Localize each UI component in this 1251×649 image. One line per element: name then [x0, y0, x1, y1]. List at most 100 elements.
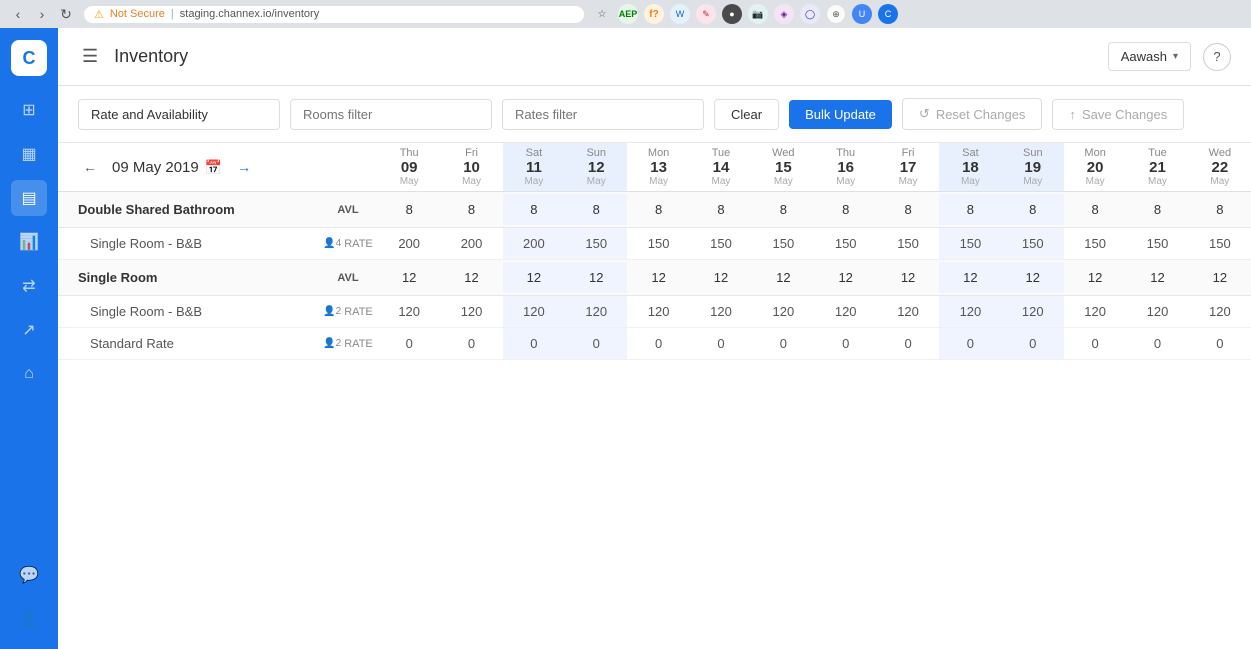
rate-cell-6[interactable]: 0 — [752, 328, 814, 359]
avl-cell-13[interactable]: 8 — [1189, 194, 1251, 225]
ext-icon-3[interactable]: W — [670, 4, 690, 24]
rate-cell-8[interactable]: 120 — [877, 296, 939, 327]
ext-icon-4[interactable]: ✎ — [696, 4, 716, 24]
help-button[interactable]: ? — [1203, 43, 1231, 71]
ext-icon-6[interactable]: 📷 — [748, 4, 768, 24]
avl-cell-2[interactable]: 12 — [503, 262, 565, 293]
rate-cell-4[interactable]: 0 — [627, 328, 689, 359]
ext-icon-9[interactable]: ⊕ — [826, 4, 846, 24]
avl-cell-8[interactable]: 8 — [877, 194, 939, 225]
avl-cell-1[interactable]: 8 — [440, 194, 502, 225]
avl-cell-5[interactable]: 12 — [690, 262, 752, 293]
rate-cell-11[interactable]: 120 — [1064, 296, 1126, 327]
sidebar-item-messages[interactable]: 💬 — [11, 557, 47, 593]
reset-changes-button[interactable]: ↺ Reset Changes — [902, 98, 1043, 130]
bulk-update-button[interactable]: Bulk Update — [789, 100, 892, 129]
rate-cell-11[interactable]: 150 — [1064, 228, 1126, 259]
url-bar[interactable]: ⚠ Not Secure | staging.channex.io/invent… — [84, 6, 584, 23]
rate-cell-4[interactable]: 120 — [627, 296, 689, 327]
rate-cell-6[interactable]: 120 — [752, 296, 814, 327]
rate-cell-9[interactable]: 120 — [939, 296, 1001, 327]
avl-cell-12[interactable]: 12 — [1126, 262, 1188, 293]
rate-cell-0[interactable]: 0 — [378, 328, 440, 359]
avl-cell-13[interactable]: 12 — [1189, 262, 1251, 293]
avl-cell-10[interactable]: 8 — [1002, 194, 1064, 225]
extension-icon[interactable]: C — [878, 4, 898, 24]
avl-cell-11[interactable]: 8 — [1064, 194, 1126, 225]
ext-icon-1[interactable]: AEP — [618, 4, 638, 24]
sidebar-item-channels[interactable]: ⇄ — [11, 268, 47, 304]
rate-cell-13[interactable]: 150 — [1189, 228, 1251, 259]
rate-cell-12[interactable]: 120 — [1126, 296, 1188, 327]
rate-cell-0[interactable]: 200 — [378, 228, 440, 259]
avl-cell-12[interactable]: 8 — [1126, 194, 1188, 225]
app-logo[interactable]: C — [11, 40, 47, 76]
property-selector[interactable]: Aawash ▾ — [1108, 42, 1191, 71]
rate-cell-9[interactable]: 150 — [939, 228, 1001, 259]
avl-cell-0[interactable]: 8 — [378, 194, 440, 225]
avl-cell-5[interactable]: 8 — [690, 194, 752, 225]
rate-cell-11[interactable]: 0 — [1064, 328, 1126, 359]
avl-cell-4[interactable]: 12 — [627, 262, 689, 293]
rate-cell-2[interactable]: 0 — [503, 328, 565, 359]
sidebar-item-calendar[interactable]: ▦ — [11, 136, 47, 172]
rate-cell-9[interactable]: 0 — [939, 328, 1001, 359]
rate-cell-2[interactable]: 200 — [503, 228, 565, 259]
star-icon[interactable]: ☆ — [592, 4, 612, 24]
avl-cell-11[interactable]: 12 — [1064, 262, 1126, 293]
avl-cell-10[interactable]: 12 — [1002, 262, 1064, 293]
rate-cell-5[interactable]: 150 — [690, 228, 752, 259]
rates-filter[interactable] — [502, 99, 704, 130]
avl-cell-6[interactable]: 12 — [752, 262, 814, 293]
rate-cell-7[interactable]: 120 — [815, 296, 877, 327]
ext-icon-7[interactable]: ◈ — [774, 4, 794, 24]
sidebar-item-home[interactable]: ⌂ — [11, 356, 47, 392]
rate-cell-8[interactable]: 0 — [877, 328, 939, 359]
rate-cell-7[interactable]: 0 — [815, 328, 877, 359]
rate-cell-2[interactable]: 120 — [503, 296, 565, 327]
calendar-picker-icon[interactable]: 📅 — [205, 159, 222, 176]
rate-cell-5[interactable]: 0 — [690, 328, 752, 359]
clear-button[interactable]: Clear — [714, 99, 779, 130]
sidebar-item-share[interactable]: ↗ — [11, 312, 47, 348]
avl-cell-6[interactable]: 8 — [752, 194, 814, 225]
rate-cell-7[interactable]: 150 — [815, 228, 877, 259]
avl-cell-4[interactable]: 8 — [627, 194, 689, 225]
avl-cell-1[interactable]: 12 — [440, 262, 502, 293]
rate-cell-10[interactable]: 0 — [1002, 328, 1064, 359]
forward-button[interactable]: › — [32, 4, 52, 24]
prev-date-button[interactable]: ← — [78, 155, 102, 179]
rate-cell-1[interactable]: 120 — [440, 296, 502, 327]
rate-cell-3[interactable]: 120 — [565, 296, 627, 327]
avl-cell-3[interactable]: 8 — [565, 194, 627, 225]
rate-cell-12[interactable]: 0 — [1126, 328, 1188, 359]
avl-cell-9[interactable]: 12 — [939, 262, 1001, 293]
rate-cell-13[interactable]: 120 — [1189, 296, 1251, 327]
rate-availability-filter[interactable] — [78, 99, 280, 130]
refresh-button[interactable]: ↻ — [56, 4, 76, 24]
rate-cell-6[interactable]: 150 — [752, 228, 814, 259]
ext-icon-5[interactable]: ● — [722, 4, 742, 24]
rate-cell-13[interactable]: 0 — [1189, 328, 1251, 359]
sidebar-item-account[interactable]: 👤 — [11, 601, 47, 637]
rate-cell-5[interactable]: 120 — [690, 296, 752, 327]
rate-cell-3[interactable]: 150 — [565, 228, 627, 259]
rate-cell-4[interactable]: 150 — [627, 228, 689, 259]
rooms-filter[interactable] — [290, 99, 492, 130]
avl-cell-8[interactable]: 12 — [877, 262, 939, 293]
avl-cell-3[interactable]: 12 — [565, 262, 627, 293]
avl-cell-9[interactable]: 8 — [939, 194, 1001, 225]
next-date-button[interactable]: → — [232, 155, 256, 179]
avl-cell-0[interactable]: 12 — [378, 262, 440, 293]
rate-cell-1[interactable]: 200 — [440, 228, 502, 259]
rate-cell-12[interactable]: 150 — [1126, 228, 1188, 259]
ext-icon-8[interactable]: ◯ — [800, 4, 820, 24]
avl-cell-7[interactable]: 8 — [815, 194, 877, 225]
rate-cell-8[interactable]: 150 — [877, 228, 939, 259]
sidebar-item-reports[interactable]: 📊 — [11, 224, 47, 260]
rate-cell-0[interactable]: 120 — [378, 296, 440, 327]
save-changes-button[interactable]: ↑ Save Changes — [1052, 99, 1184, 130]
sidebar-item-inventory[interactable]: ▤ — [11, 180, 47, 216]
browser-nav-buttons[interactable]: ‹ › ↻ — [8, 4, 76, 24]
back-button[interactable]: ‹ — [8, 4, 28, 24]
